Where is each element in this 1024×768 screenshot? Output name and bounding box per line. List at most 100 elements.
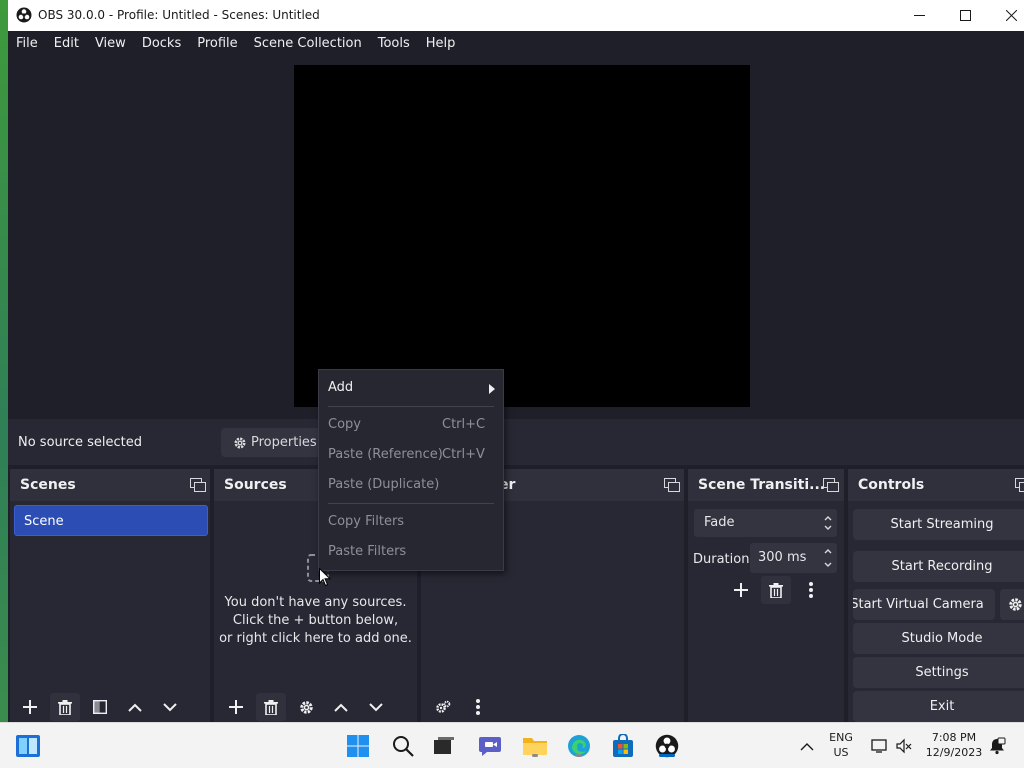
context-paste-filters[interactable]: Paste Filters <box>319 537 503 567</box>
edge-button[interactable] <box>565 732 593 760</box>
settings-button[interactable]: Settings <box>853 657 1024 688</box>
move-scene-down-button[interactable] <box>155 693 185 721</box>
virtual-camera-settings-button[interactable] <box>1000 589 1024 620</box>
chevron-down-icon <box>369 702 383 711</box>
undock-icon[interactable] <box>1015 478 1024 492</box>
context-add-label: Add <box>328 380 354 395</box>
menu-separator <box>328 406 494 407</box>
add-scene-button[interactable] <box>15 693 45 721</box>
menu-scene-collection[interactable]: Scene Collection <box>246 31 370 57</box>
undock-icon[interactable] <box>823 478 839 492</box>
widgets-button[interactable] <box>14 732 42 760</box>
language-code: ENG <box>829 731 853 744</box>
task-view-button[interactable] <box>430 732 458 760</box>
move-source-up-button[interactable] <box>326 693 356 721</box>
store-button[interactable] <box>609 732 637 760</box>
close-icon <box>1005 10 1017 21</box>
sources-empty-message: You don't have any sources. Click the + … <box>214 594 417 648</box>
properties-label: Properties <box>251 435 317 450</box>
context-paste-reference[interactable]: Paste (Reference) Ctrl+V <box>319 440 503 470</box>
menu-profile[interactable]: Profile <box>189 31 245 57</box>
source-properties-button[interactable] <box>291 693 321 721</box>
context-paste-shortcut: Ctrl+V <box>442 447 485 462</box>
menu-file[interactable]: File <box>8 31 46 57</box>
context-copy-label: Copy <box>328 417 361 432</box>
controls-dock: Controls Start Streaming Start Recording… <box>848 469 1024 722</box>
menu-view[interactable]: View <box>87 31 134 57</box>
taskbar: ENG US 7:08 PM 12/9/2023 <box>0 722 1024 768</box>
obs-taskbar-button[interactable] <box>653 732 681 760</box>
context-copy-filters[interactable]: Copy Filters <box>319 507 503 537</box>
input-language[interactable]: ENG US <box>826 730 856 760</box>
maximize-button[interactable] <box>942 0 988 31</box>
volume-button[interactable] <box>890 732 918 760</box>
remove-source-button[interactable] <box>256 693 286 721</box>
context-copy[interactable]: Copy Ctrl+C <box>319 410 503 440</box>
notifications-button[interactable] <box>983 732 1011 760</box>
clock[interactable]: 7:08 PM 12/9/2023 <box>922 730 986 760</box>
mixer-menu-button[interactable] <box>463 693 493 721</box>
exit-button[interactable]: Exit <box>853 691 1024 722</box>
start-button[interactable] <box>344 732 372 760</box>
transition-select[interactable]: Fade <box>694 509 837 537</box>
context-paste-reference-label: Paste (Reference) <box>328 447 443 462</box>
menu-edit[interactable]: Edit <box>46 31 87 57</box>
trash-icon <box>58 699 72 715</box>
more-vertical-icon <box>809 582 813 598</box>
add-source-button[interactable] <box>221 693 251 721</box>
undock-icon[interactable] <box>190 478 206 492</box>
scenes-dock-title: Scenes <box>20 477 76 493</box>
sources-empty-line: You don't have any sources. <box>224 595 407 610</box>
undock-icon[interactable] <box>664 478 680 492</box>
title-bar: OBS 30.0.0 - Profile: Untitled - Scenes:… <box>8 0 1024 31</box>
menu-docks[interactable]: Docks <box>134 31 189 57</box>
advanced-audio-button[interactable] <box>428 693 458 721</box>
running-indicator <box>576 754 582 757</box>
gear-icon <box>299 700 313 714</box>
trash-icon <box>769 582 783 598</box>
studio-mode-button[interactable]: Studio Mode <box>853 623 1024 654</box>
spin-arrows-icon[interactable] <box>823 546 833 570</box>
transitions-dock-title: Scene Transiti... <box>698 477 826 493</box>
docks-area: Scenes Scene Sources You don't have any … <box>8 465 1024 722</box>
remove-scene-button[interactable] <box>50 693 80 721</box>
remove-transition-button[interactable] <box>761 576 791 604</box>
transition-menu-button[interactable] <box>796 576 826 604</box>
properties-button[interactable]: Properties <box>221 428 321 457</box>
preview-area <box>8 57 1024 419</box>
scene-list-item[interactable]: Scene <box>14 505 208 536</box>
add-transition-button[interactable] <box>726 576 756 604</box>
mixer-toolbar <box>421 692 684 722</box>
menu-help[interactable]: Help <box>418 31 464 57</box>
scenes-dock: Scenes Scene <box>10 469 210 722</box>
search-button[interactable] <box>389 732 417 760</box>
start-streaming-button[interactable]: Start Streaming <box>853 509 1024 540</box>
filter-icon <box>93 700 107 714</box>
controls-dock-title: Controls <box>858 477 925 493</box>
plus-icon <box>734 583 748 597</box>
file-explorer-button[interactable] <box>521 732 549 760</box>
minimize-button[interactable] <box>896 0 942 31</box>
preview-canvas[interactable] <box>294 65 750 407</box>
move-scene-up-button[interactable] <box>120 693 150 721</box>
show-hidden-icons-button[interactable] <box>793 732 821 760</box>
move-source-down-button[interactable] <box>361 693 391 721</box>
context-add[interactable]: Add <box>319 373 503 403</box>
volume-muted-icon <box>896 738 912 754</box>
store-icon <box>613 734 633 757</box>
menu-tools[interactable]: Tools <box>370 31 418 57</box>
duration-label: Duration <box>693 552 750 567</box>
trash-icon <box>264 699 278 715</box>
chevron-up-icon <box>334 703 348 712</box>
minimize-icon <box>913 15 925 16</box>
close-button[interactable] <box>988 0 1024 31</box>
chat-button[interactable] <box>476 732 504 760</box>
context-paste-duplicate[interactable]: Paste (Duplicate) <box>319 470 503 500</box>
scene-filters-button[interactable] <box>85 693 115 721</box>
duration-spinbox[interactable]: 300 ms <box>750 543 837 573</box>
sources-toolbar <box>214 692 417 722</box>
transition-select-value: Fade <box>704 515 735 530</box>
transitions-toolbar <box>726 576 831 604</box>
start-virtual-camera-button[interactable]: Start Virtual Camera <box>853 589 995 620</box>
start-recording-button[interactable]: Start Recording <box>853 551 1024 582</box>
